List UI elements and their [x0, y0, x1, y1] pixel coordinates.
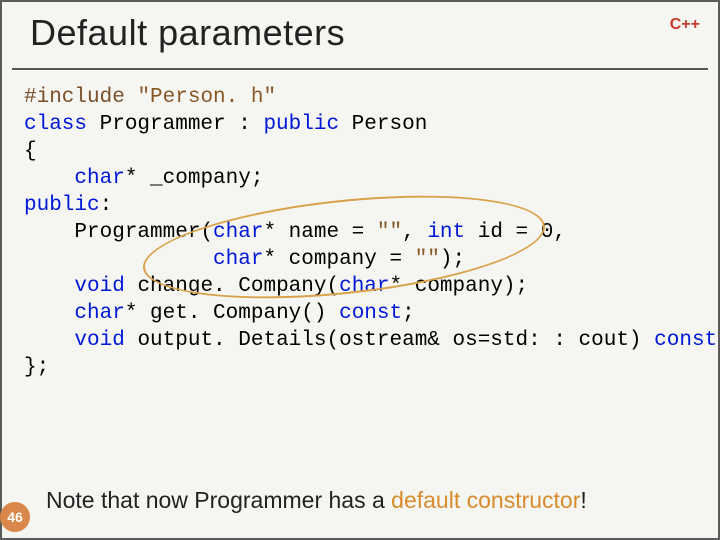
kw-const: const [654, 329, 717, 352]
title-divider [12, 68, 708, 70]
kw-char: char [339, 275, 389, 298]
code-line-8: void change. Company(char* company); [24, 275, 528, 298]
code-line-4: char* _company; [24, 167, 263, 190]
kw-class: class [24, 113, 87, 136]
slide: Default parameters C++ #include "Person.… [0, 0, 720, 540]
cpp-badge: C++ [670, 16, 700, 34]
footnote-highlight: default constructor [391, 487, 580, 513]
kw-void: void [74, 329, 124, 352]
code-line-1: #include "Person. h" [24, 86, 276, 109]
token-string: "" [415, 248, 440, 271]
page-number-badge: 46 [0, 502, 30, 532]
kw-char: char [213, 248, 263, 271]
slide-title: Default parameters [30, 12, 345, 54]
kw-char: char [74, 167, 124, 190]
footnote: Note that now Programmer has a default c… [46, 487, 587, 514]
code-line-7: char* company = ""); [24, 248, 465, 271]
code-block: #include "Person. h" class Programmer : … [24, 84, 708, 381]
kw-public: public [24, 194, 100, 217]
footnote-punct: ! [580, 487, 586, 513]
kw-int: int [427, 221, 465, 244]
token-include: #include [24, 86, 125, 109]
kw-void: void [74, 275, 124, 298]
token-string: "Person. h" [137, 86, 276, 109]
footnote-text: Note that now Programmer has a [46, 487, 391, 513]
code-line-5: public: [24, 194, 112, 217]
kw-char: char [213, 221, 263, 244]
code-line-11: }; [24, 356, 49, 379]
code-line-10: void output. Details(ostream& os=std: : … [24, 329, 720, 352]
kw-char: char [74, 302, 124, 325]
kw-public: public [263, 113, 339, 136]
code-line-3: { [24, 140, 37, 163]
code-line-9: char* get. Company() const; [24, 302, 415, 325]
code-line-6: Programmer(char* name = "", int id = 0, [24, 221, 566, 244]
kw-const: const [339, 302, 402, 325]
token-string: "" [377, 221, 402, 244]
code-line-2: class Programmer : public Person [24, 113, 427, 136]
